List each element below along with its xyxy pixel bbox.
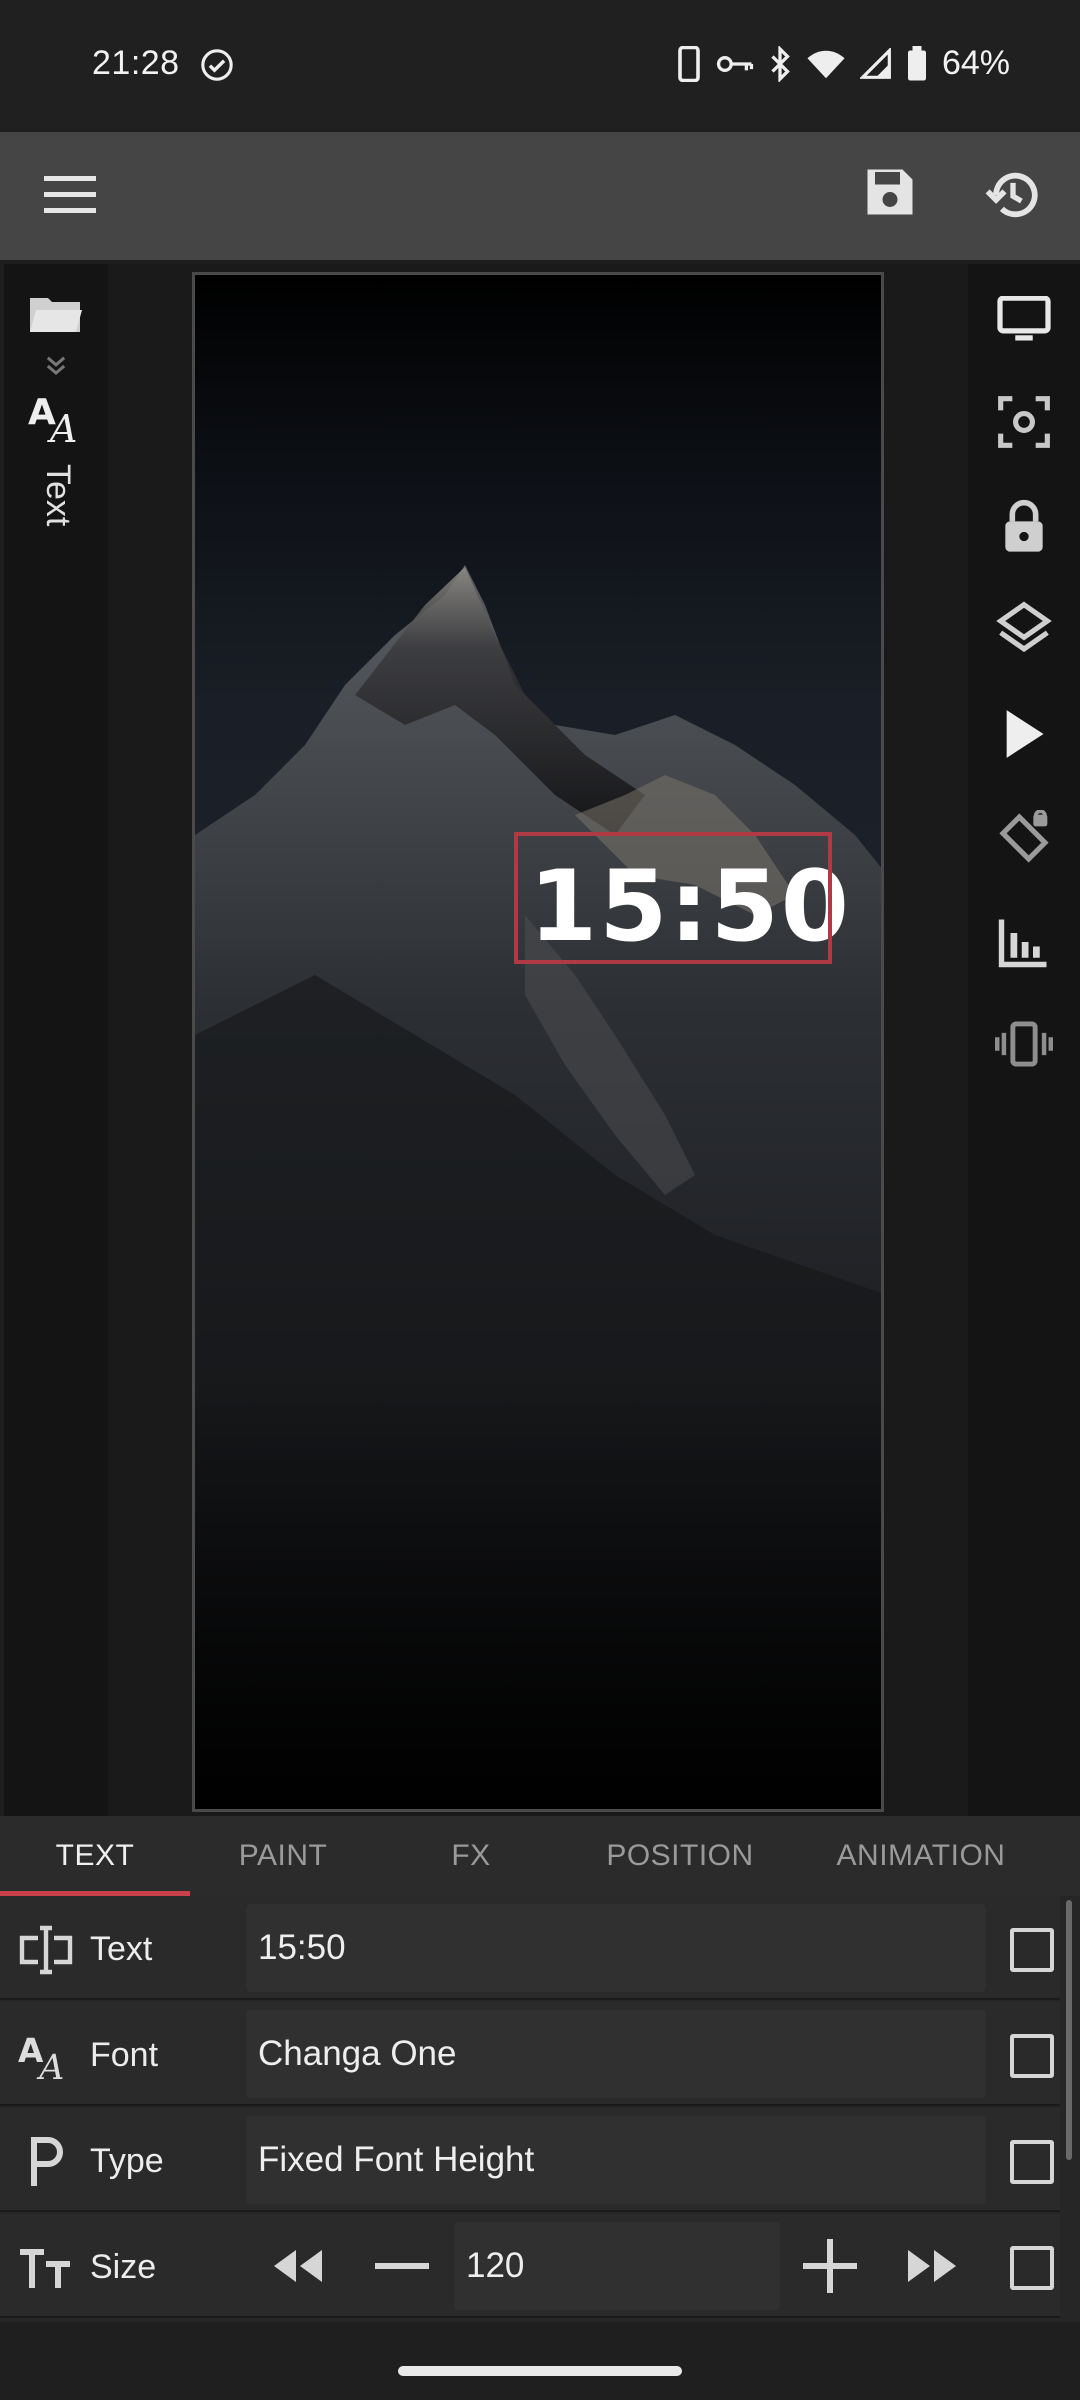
canvas-area: 15:50 xyxy=(108,264,968,1816)
fast-rewind-icon[interactable] xyxy=(266,2238,330,2294)
folder-icon[interactable] xyxy=(28,292,84,336)
svg-text:A: A xyxy=(47,407,77,444)
chart-icon[interactable] xyxy=(994,912,1054,972)
text-size-icon xyxy=(16,2240,76,2296)
text-checkbox[interactable] xyxy=(1010,1928,1054,1972)
battery-icon xyxy=(907,45,926,80)
prop-row-type: Type Fixed Font Height xyxy=(0,2108,1060,2212)
save-icon[interactable] xyxy=(860,162,920,222)
signal-icon xyxy=(859,47,891,79)
layers-icon[interactable] xyxy=(994,598,1054,658)
battery-percent: 64% xyxy=(941,44,1010,82)
rail-label: Text xyxy=(39,464,77,527)
minus-icon[interactable] xyxy=(370,2238,434,2294)
right-rail xyxy=(968,264,1080,1816)
plus-icon[interactable] xyxy=(798,2238,862,2294)
font-select[interactable]: Changa One xyxy=(246,2010,986,2098)
prop-label-font: Font xyxy=(90,2036,159,2074)
wifi-icon xyxy=(807,50,845,78)
font-checkbox[interactable] xyxy=(1010,2034,1054,2078)
prop-label-size: Size xyxy=(90,2248,157,2286)
monitor-icon[interactable] xyxy=(994,290,1054,350)
vpn-key-icon xyxy=(716,55,754,72)
property-tabs: TEXT PAINT FX POSITION ANIMATION xyxy=(0,1816,1080,1896)
font-icon[interactable]: A A xyxy=(28,388,86,444)
mountain-image xyxy=(195,565,881,1809)
check-circle-icon xyxy=(201,49,233,81)
wallpaper-preview[interactable]: 15:50 xyxy=(192,272,884,1812)
prop-label-text: Text xyxy=(90,1930,153,1968)
tab-position[interactable]: POSITION xyxy=(566,1816,794,1896)
tab-text[interactable]: TEXT xyxy=(0,1816,190,1896)
screenshot-icon[interactable] xyxy=(994,392,1054,452)
status-bar: 21:28 64% xyxy=(0,0,1080,132)
lock-icon[interactable] xyxy=(994,496,1054,556)
tab-animation[interactable]: ANIMATION xyxy=(794,1816,1048,1896)
properties-scrollbar[interactable] xyxy=(1066,1900,1072,2160)
vibrate-icon[interactable] xyxy=(994,1014,1054,1074)
navigation-bar xyxy=(0,2322,1080,2400)
text-field-icon xyxy=(16,1922,76,1978)
selection-box[interactable] xyxy=(514,832,832,964)
bluetooth-icon xyxy=(771,45,790,82)
type-checkbox[interactable] xyxy=(1010,2140,1054,2184)
history-icon[interactable] xyxy=(984,166,1042,224)
top-toolbar xyxy=(0,132,1080,260)
prop-row-size: Size 120 xyxy=(0,2214,1060,2318)
font-icon: AA xyxy=(16,2028,76,2084)
phone-icon xyxy=(678,45,700,82)
text-input[interactable]: 15:50 xyxy=(246,1904,986,1992)
home-gesture-handle[interactable] xyxy=(398,2366,682,2376)
status-time: 21:28 xyxy=(92,44,180,82)
properties-panel: Text 15:50 AA Font Changa One Type Fixed… xyxy=(0,1896,1080,2322)
prop-label-type: Type xyxy=(90,2142,164,2180)
size-checkbox[interactable] xyxy=(1010,2246,1054,2290)
play-icon[interactable] xyxy=(994,704,1054,764)
paragraph-p-icon xyxy=(16,2134,76,2190)
type-select[interactable]: Fixed Font Height xyxy=(246,2116,986,2204)
tab-paint[interactable]: PAINT xyxy=(190,1816,376,1896)
prop-row-text: Text 15:50 xyxy=(0,1896,1060,2000)
left-rail: A A Text xyxy=(4,264,108,1816)
size-controls: 120 xyxy=(246,2222,986,2310)
status-icons: 64% xyxy=(676,44,1010,83)
tab-fx[interactable]: FX xyxy=(376,1816,566,1896)
fast-forward-icon[interactable] xyxy=(900,2238,964,2294)
svg-text:A: A xyxy=(36,2048,64,2083)
prop-row-font: AA Font Changa One xyxy=(0,2002,1060,2106)
chevron-double-down-icon[interactable] xyxy=(42,352,70,380)
screen-lock-rotation-icon[interactable] xyxy=(994,808,1054,868)
menu-icon[interactable] xyxy=(44,174,98,216)
size-input[interactable]: 120 xyxy=(454,2222,780,2310)
